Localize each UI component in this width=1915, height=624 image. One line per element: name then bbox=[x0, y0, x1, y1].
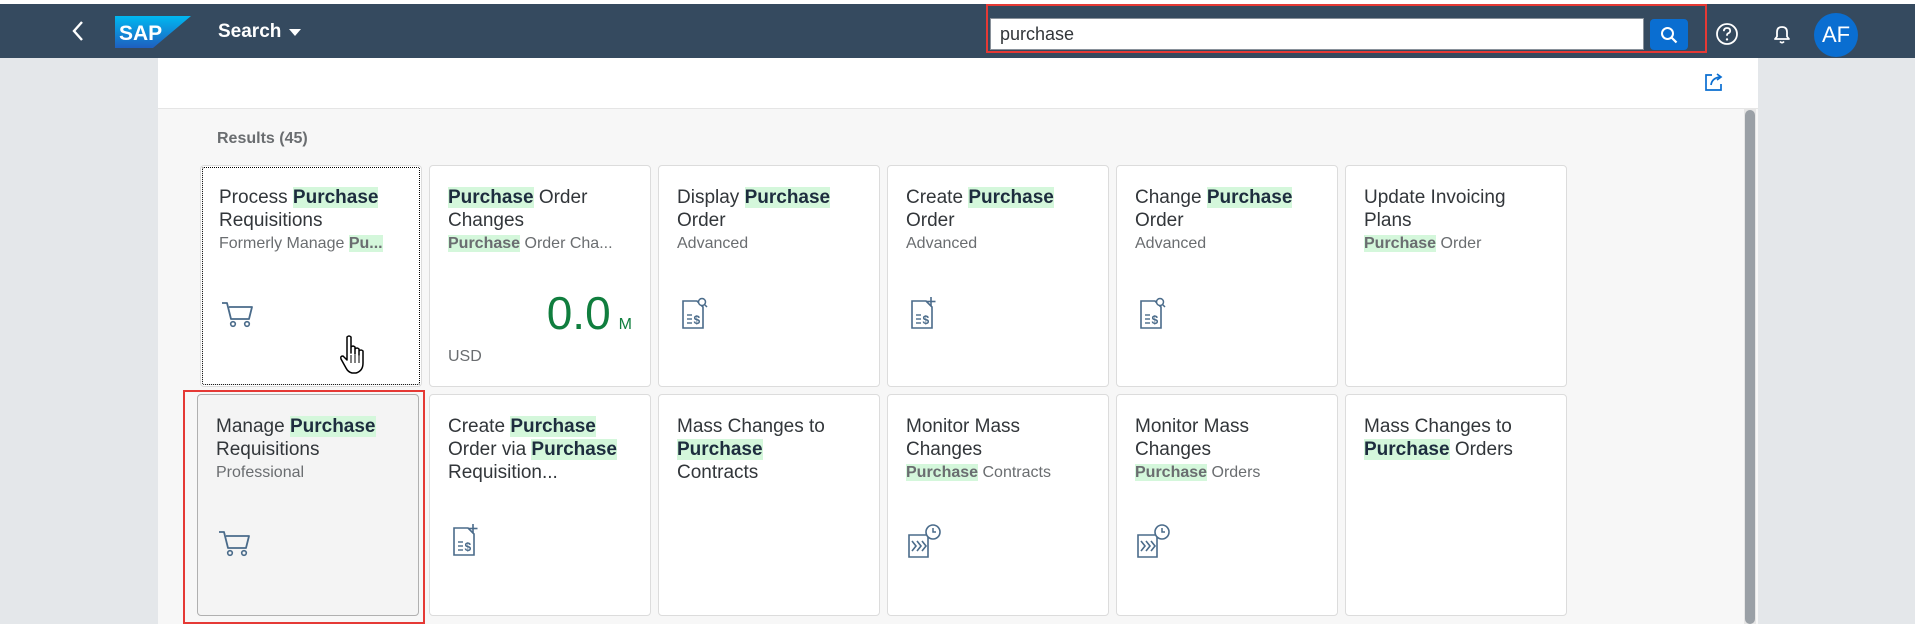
tile-title: Create Purchase Order via Purchase Requi… bbox=[448, 416, 617, 483]
svg-text:SAP: SAP bbox=[119, 22, 162, 45]
kpi-unit: USD bbox=[448, 348, 482, 365]
tile-title: Monitor Mass Changes bbox=[1135, 416, 1250, 460]
mass-change-clock-icon bbox=[1137, 524, 1170, 558]
document-add-icon: $ bbox=[453, 524, 478, 556]
hand-cursor-icon bbox=[340, 335, 364, 374]
tile-title: Update Invoicing Plans bbox=[1364, 187, 1506, 231]
tile-title: Display Purchase Order bbox=[677, 187, 831, 231]
tile-title: Monitor Mass Changes bbox=[906, 416, 1021, 460]
search-highlight-annotation bbox=[986, 4, 1707, 53]
tile-subtitle: Advanced bbox=[1135, 235, 1207, 252]
sap-logo[interactable]: SAP bbox=[115, 16, 191, 48]
panel-toolbar bbox=[158, 58, 1758, 109]
tile-subtitle: Formerly Manage Pu... bbox=[219, 235, 383, 252]
tile-highlight-annotation bbox=[183, 390, 425, 624]
results-count: Results (45) bbox=[217, 130, 308, 147]
tile-title: Change Purchase Order bbox=[1135, 187, 1293, 231]
svg-text:$: $ bbox=[694, 313, 701, 327]
tile-create-po-via-requisition[interactable]: Create Purchase Order via Purchase Requi… bbox=[429, 394, 651, 616]
tile-subtitle: Advanced bbox=[906, 235, 978, 252]
tile-kpi: 0.0 M bbox=[547, 286, 632, 340]
kpi-value: 0.0 bbox=[546, 287, 611, 339]
app-title: Search bbox=[218, 21, 282, 42]
tile-change-purchase-order[interactable]: Change Purchase Order Advanced $ bbox=[1116, 165, 1338, 387]
tile-mass-changes-purchase-contracts[interactable]: Mass Changes to Purchase Contracts bbox=[658, 394, 880, 616]
tile-subtitle: Purchase Order bbox=[1364, 235, 1482, 252]
scrollbar-thumb[interactable] bbox=[1745, 110, 1755, 624]
svg-text:$: $ bbox=[1152, 313, 1159, 327]
tile-title: Purchase Order Changes bbox=[448, 187, 588, 231]
svg-text:$: $ bbox=[465, 540, 472, 554]
tile-title: Mass Changes to Purchase Orders bbox=[1364, 416, 1513, 460]
app-title-menu[interactable]: Search bbox=[218, 21, 302, 43]
tile-monitor-mass-changes-orders[interactable]: Monitor Mass Changes Purchase Orders bbox=[1116, 394, 1338, 616]
document-add-icon: $ bbox=[911, 297, 936, 329]
tile-title: Create Purchase Order bbox=[906, 187, 1054, 231]
document-search-icon: $ bbox=[682, 297, 708, 329]
kpi-scale: M bbox=[618, 316, 632, 333]
share-icon[interactable] bbox=[1702, 70, 1726, 94]
tile-title: Mass Changes to Purchase Contracts bbox=[677, 416, 825, 483]
caret-down-icon bbox=[289, 28, 302, 36]
tile-create-purchase-order[interactable]: Create Purchase Order Advanced $ bbox=[887, 165, 1109, 387]
tile-subtitle: Purchase Orders bbox=[1135, 464, 1261, 481]
cart-icon bbox=[222, 302, 253, 328]
back-icon[interactable] bbox=[66, 18, 92, 44]
tile-mass-changes-purchase-orders[interactable]: Mass Changes to Purchase Orders bbox=[1345, 394, 1567, 616]
tile-display-purchase-order[interactable]: Display Purchase Order Advanced $ bbox=[658, 165, 880, 387]
tile-process-purchase-requisitions[interactable]: Process Purchase Requisitions Formerly M… bbox=[200, 165, 422, 387]
svg-text:$: $ bbox=[923, 313, 930, 327]
tile-subtitle: Advanced bbox=[677, 235, 749, 252]
tile-update-invoicing-plans[interactable]: Update Invoicing Plans Purchase Order bbox=[1345, 165, 1567, 387]
tile-subtitle: Purchase Order Cha... bbox=[448, 235, 613, 252]
user-avatar[interactable]: AF bbox=[1814, 13, 1858, 57]
mass-change-clock-icon bbox=[908, 524, 941, 558]
help-icon[interactable] bbox=[1714, 21, 1740, 47]
tile-monitor-mass-changes-contracts[interactable]: Monitor Mass Changes Purchase Contracts bbox=[887, 394, 1109, 616]
document-search-icon: $ bbox=[1140, 297, 1166, 329]
bell-icon[interactable] bbox=[1769, 21, 1795, 47]
tile-title: Process Purchase Requisitions bbox=[219, 187, 379, 231]
tile-purchase-order-changes[interactable]: Purchase Order Changes Purchase Order Ch… bbox=[429, 165, 651, 387]
tile-subtitle: Purchase Contracts bbox=[906, 464, 1051, 481]
